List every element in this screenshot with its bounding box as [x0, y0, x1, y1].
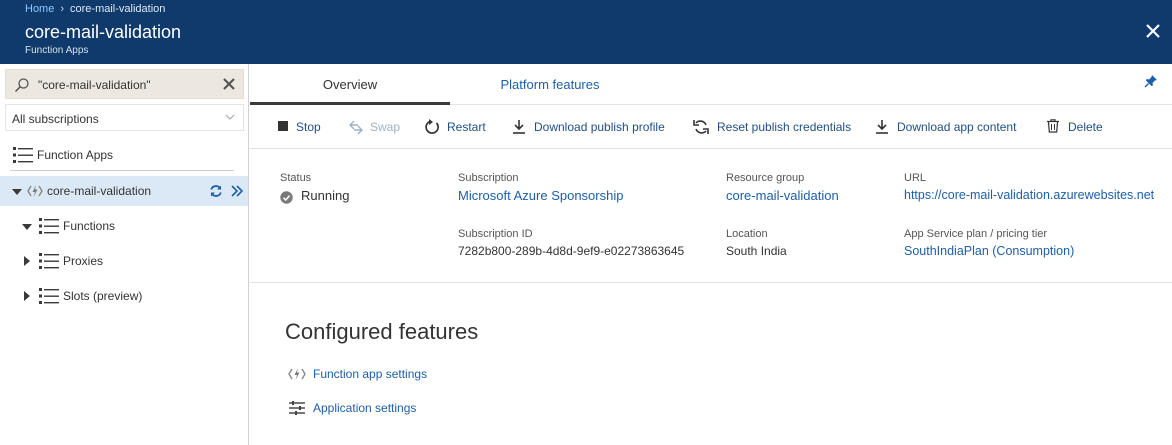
tab-overview[interactable]: Overview	[250, 64, 450, 105]
tab-strip: Overview Platform features	[250, 64, 1172, 105]
status-value: Running	[301, 188, 350, 203]
trash-icon	[1047, 119, 1059, 133]
function-app-settings-link[interactable]: Function app settings	[288, 365, 448, 385]
function-apps-label: Function Apps	[37, 148, 114, 162]
breadcrumb-separator: ›	[60, 3, 65, 15]
url-link[interactable]: https://core-mail-validation.azurewebsit…	[904, 188, 1154, 202]
page-title: core-mail-validation	[25, 22, 182, 42]
subscription-id-label: Subscription ID	[458, 228, 533, 240]
configured-features-heading: Configured features	[285, 319, 479, 344]
caret-right-icon[interactable]	[22, 291, 32, 301]
plan-link[interactable]: SouthIndiaPlan (Consumption)	[904, 244, 1074, 258]
breadcrumb: Home › core-mail-validation	[25, 3, 165, 15]
pin-icon[interactable]	[1144, 74, 1158, 88]
restart-button[interactable]: Restart	[424, 119, 486, 137]
running-status-icon	[280, 191, 293, 204]
close-icon[interactable]	[1144, 22, 1162, 40]
restart-label: Restart	[447, 120, 486, 134]
sidebar-item-slots[interactable]: Slots (preview)	[0, 281, 248, 311]
application-settings-link[interactable]: Application settings	[288, 399, 448, 419]
url-label: URL	[904, 172, 927, 184]
app-name-label: core-mail-validation	[47, 184, 152, 198]
breadcrumb-current: core-mail-validation	[70, 3, 166, 15]
list-icon	[39, 288, 59, 304]
subscription-select-value: All subscriptions	[12, 112, 99, 126]
subscription-id-value: 7282b800-289b-4d8d-9ef9-e02273863645	[458, 244, 685, 258]
sidebar-item-functions[interactable]: Functions	[0, 211, 248, 241]
swap-button[interactable]: Swap	[348, 119, 403, 137]
caret-down-icon[interactable]	[12, 187, 22, 197]
reset-publish-credentials-button[interactable]: Reset publish credentials	[693, 119, 853, 137]
resource-group-label: Resource group	[726, 172, 805, 184]
stop-label: Stop	[296, 120, 321, 134]
resource-group-link[interactable]: core-mail-validation	[726, 188, 839, 203]
swap-icon	[349, 120, 363, 135]
download-app-content-button[interactable]: Download app content	[875, 119, 1025, 137]
refresh-icon[interactable]	[209, 184, 223, 198]
delete-label: Delete	[1068, 120, 1103, 134]
caret-right-icon[interactable]	[22, 256, 32, 266]
swap-label: Swap	[370, 120, 401, 134]
subscription-select[interactable]: All subscriptions	[5, 104, 244, 131]
resource-sidebar: "core-mail-validation" All subscriptions…	[0, 64, 249, 445]
double-chevron-right-icon[interactable]	[231, 185, 244, 197]
download-app-content-label: Download app content	[897, 120, 1017, 134]
sidebar-item-label: Functions	[63, 219, 116, 233]
location-label: Location	[726, 228, 768, 240]
location-value: South India	[726, 244, 787, 258]
plan-label: App Service plan / pricing tier	[904, 228, 1048, 240]
search-value: "core-mail-validation"	[38, 78, 151, 92]
reset-publish-credentials-label: Reset publish credentials	[717, 120, 852, 134]
download-publish-profile-label: Download publish profile	[534, 120, 665, 134]
tab-platform-features[interactable]: Platform features	[450, 64, 650, 105]
download-icon	[513, 120, 525, 134]
restart-icon	[425, 119, 439, 134]
stop-icon	[278, 121, 288, 131]
caret-down-icon[interactable]	[22, 222, 32, 232]
sidebar-item-core-mail-validation[interactable]: core-mail-validation	[0, 176, 248, 206]
page-subtitle: Function Apps	[25, 45, 89, 56]
subscription-link[interactable]: Microsoft Azure Sponsorship	[458, 188, 623, 203]
sidebar-item-label: Proxies	[63, 254, 104, 268]
divider	[10, 170, 234, 171]
list-icon	[39, 218, 59, 234]
function-app-settings-label: Function app settings	[313, 367, 428, 381]
function-app-icon	[27, 185, 43, 197]
download-icon	[876, 120, 888, 134]
application-settings-label: Application settings	[313, 401, 417, 415]
chevron-down-icon	[225, 114, 235, 120]
breadcrumb-home-link[interactable]: Home	[25, 3, 54, 15]
list-icon	[39, 253, 59, 269]
reset-icon	[693, 120, 709, 134]
search-icon	[14, 78, 29, 93]
search-input[interactable]: "core-mail-validation"	[5, 69, 244, 99]
function-app-icon	[288, 368, 306, 380]
stop-button[interactable]: Stop	[278, 119, 328, 137]
subscription-label: Subscription	[458, 172, 519, 184]
command-bar: Stop Swap Restart Download publish profi…	[250, 105, 1172, 149]
essentials-divider	[250, 282, 1172, 283]
blade-header: Home › core-mail-validation core-mail-vali…	[0, 0, 1172, 64]
delete-button[interactable]: Delete	[1047, 119, 1107, 137]
function-apps-node[interactable]: Function Apps	[0, 140, 248, 170]
list-icon	[13, 147, 33, 163]
clear-search-icon[interactable]	[223, 78, 235, 90]
settings-list-icon	[289, 401, 305, 415]
status-label: Status	[280, 172, 312, 184]
sidebar-item-proxies[interactable]: Proxies	[0, 246, 248, 276]
download-publish-profile-button[interactable]: Download publish profile	[512, 119, 672, 137]
main-content: Overview Platform features Stop Swap Res…	[250, 64, 1172, 445]
sidebar-item-label: Slots (preview)	[63, 289, 143, 303]
